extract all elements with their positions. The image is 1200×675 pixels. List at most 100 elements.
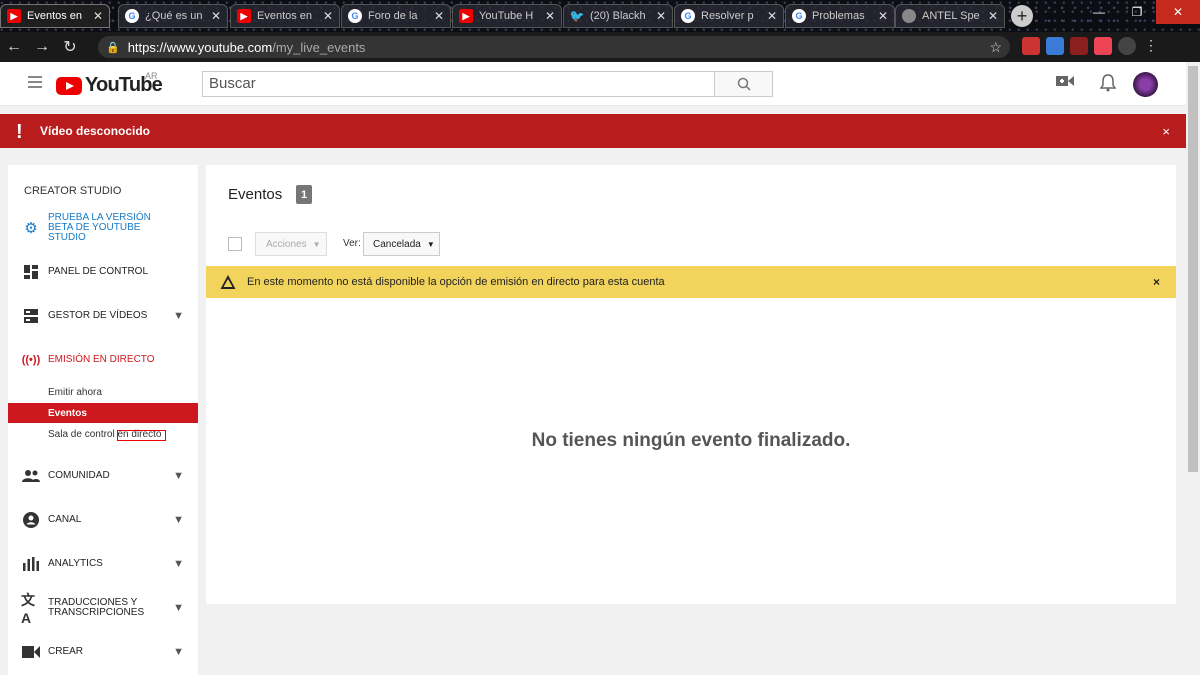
live-broadcast-icon: ((•)) — [21, 354, 41, 366]
tab-title: ¿Qué es un — [145, 10, 203, 22]
forward-icon[interactable]: → — [28, 38, 56, 56]
sidebar-item-label: COMUNIDAD — [48, 470, 110, 481]
sidebar-item-label: ANALYTICS — [48, 558, 103, 569]
close-banner-button[interactable]: × — [1162, 124, 1170, 139]
search-button[interactable] — [714, 71, 773, 97]
sidebar-item-dashboard[interactable]: PANEL DE CONTROL — [8, 257, 198, 287]
close-window-icon[interactable]: ✕ — [1156, 0, 1200, 24]
analytics-icon — [21, 554, 41, 574]
gear-icon: ⚙ — [24, 220, 38, 237]
youtube-favicon-icon: ▶ — [7, 9, 21, 23]
page-title: Eventos — [228, 186, 283, 203]
chevron-down-icon[interactable]: ▼ — [173, 646, 184, 658]
url-field[interactable]: 🔒 https://www.youtube.com/my_live_events… — [98, 36, 1010, 58]
extension-icon[interactable] — [1094, 37, 1112, 55]
sidebar-subitem-events[interactable]: Eventos — [8, 403, 198, 423]
bookmark-star-icon[interactable]: ☆ — [989, 39, 1002, 56]
warning-banner: En este momento no está disponible la op… — [206, 266, 1176, 298]
google-favicon-icon: G — [348, 9, 362, 23]
close-tab-icon[interactable]: ✕ — [878, 9, 888, 23]
tab-title: (20) Blackh — [590, 10, 646, 22]
youtube-play-icon — [56, 76, 82, 95]
close-tab-icon[interactable]: ✕ — [545, 9, 555, 23]
notifications-bell-icon[interactable] — [1098, 74, 1118, 94]
chevron-down-icon[interactable]: ▼ — [173, 602, 184, 614]
youtube-favicon-icon: ▶ — [237, 9, 251, 23]
close-tab-icon[interactable]: ✕ — [767, 9, 777, 23]
close-warning-button[interactable]: × — [1153, 275, 1160, 289]
actions-dropdown[interactable]: Acciones ▼ — [255, 232, 327, 256]
extension-icon[interactable] — [1070, 37, 1088, 55]
profile-icon[interactable] — [1118, 37, 1136, 55]
sidebar-item-live[interactable]: ((•)) EMISIÓN EN DIRECTO — [8, 345, 198, 375]
tab-title: Problemas — [812, 10, 865, 22]
browser-tab[interactable]: ▶ YouTube H ✕ — [452, 4, 562, 28]
back-icon[interactable]: ← — [0, 38, 28, 56]
view-filter-value: Cancelada — [373, 238, 421, 250]
close-tab-icon[interactable]: ✕ — [93, 9, 103, 23]
close-tab-icon[interactable]: ✕ — [988, 9, 998, 23]
tab-title: Resolver p — [701, 10, 754, 22]
close-tab-icon[interactable]: ✕ — [434, 9, 444, 23]
close-tab-icon[interactable]: ✕ — [323, 9, 333, 23]
maximize-icon[interactable]: ❐ — [1118, 0, 1156, 24]
sidebar-item-channel[interactable]: CANAL ▼ — [8, 505, 198, 535]
region-label: AR — [145, 71, 158, 81]
extension-icons: ⋮ — [1022, 37, 1160, 55]
browser-tab[interactable]: ▶ Eventos en ✕ — [0, 4, 110, 28]
sidebar-item-create[interactable]: CREAR ▼ — [8, 637, 198, 667]
sidebar-item-analytics[interactable]: ANALYTICS ▼ — [8, 549, 198, 579]
scrollbar-thumb[interactable] — [1188, 66, 1198, 472]
tab-title: Eventos en — [27, 10, 83, 22]
sidebar-item-video-manager[interactable]: GESTOR DE VÍDEOS ▼ — [8, 301, 198, 331]
events-panel: Eventos 1 Acciones ▼ Ver: Cancelada ▼ En… — [206, 165, 1176, 604]
select-all-checkbox[interactable] — [228, 237, 242, 251]
sidebar-item-community[interactable]: COMUNIDAD ▼ — [8, 461, 198, 491]
sidebar-subitem-go-live[interactable]: Emitir ahora — [8, 382, 198, 402]
chevron-down-icon[interactable]: ▼ — [173, 470, 184, 482]
channel-icon — [21, 510, 41, 530]
search-icon — [737, 77, 751, 91]
create-icon — [21, 642, 41, 662]
sidebar-item-beta[interactable]: ⚙ PRUEBA LA VERSIÓN BETA DE YOUTUBE STUD… — [8, 213, 198, 243]
reload-icon[interactable]: ↻ — [56, 37, 84, 57]
sidebar-title: CREATOR STUDIO — [24, 185, 122, 197]
browser-tab[interactable]: G Problemas ✕ — [785, 4, 895, 28]
community-icon — [21, 466, 41, 486]
browser-tab[interactable]: 🐦 (20) Blackh ✕ — [563, 4, 673, 28]
upload-video-icon[interactable] — [1055, 74, 1075, 94]
chevron-down-icon[interactable]: ▼ — [173, 310, 184, 322]
new-tab-button[interactable]: + — [1011, 5, 1033, 27]
sidebar-subitem-live-control-room[interactable]: Sala de control en directo — [8, 424, 198, 444]
url-path: /my_live_events — [272, 39, 366, 55]
extension-icon[interactable] — [1022, 37, 1040, 55]
translate-icon: 文A — [21, 592, 35, 626]
view-label: Ver: — [343, 238, 361, 249]
video-manager-icon — [21, 306, 41, 326]
chevron-down-icon[interactable]: ▼ — [173, 514, 184, 526]
minimize-icon[interactable]: — — [1080, 0, 1118, 24]
menu-dots-icon[interactable]: ⋮ — [1142, 37, 1160, 55]
extension-icon[interactable] — [1046, 37, 1064, 55]
google-favicon-icon: G — [792, 9, 806, 23]
hamburger-menu-icon[interactable] — [28, 76, 42, 88]
close-tab-icon[interactable]: ✕ — [656, 9, 666, 23]
tab-title: Foro de la — [368, 10, 418, 22]
browser-tab[interactable]: ANTEL Spe ✕ — [895, 4, 1005, 28]
browser-tab[interactable]: G Resolver p ✕ — [674, 4, 784, 28]
sidebar-item-label: GESTOR DE VÍDEOS — [48, 310, 148, 321]
page-scrollbar[interactable] — [1186, 62, 1200, 675]
chevron-down-icon[interactable]: ▼ — [173, 558, 184, 570]
browser-tab[interactable]: ▶ Eventos en ✕ — [230, 4, 340, 28]
search-input[interactable]: Buscar — [202, 71, 715, 97]
browser-tab[interactable]: G ¿Qué es un ✕ — [118, 4, 228, 28]
view-filter-dropdown[interactable]: Cancelada ▼ — [363, 232, 440, 256]
youtube-logo[interactable]: YouTube AR — [56, 71, 163, 97]
close-tab-icon[interactable]: ✕ — [211, 9, 221, 23]
sidebar-item-translations[interactable]: 文A TRADUCCIONES Y TRANSCRIPCIONES ▼ — [8, 592, 198, 626]
browser-tab[interactable]: G Foro de la ✕ — [341, 4, 451, 28]
warning-message: En este momento no está disponible la op… — [247, 276, 665, 288]
error-banner: ! Vídeo desconocido × — [0, 114, 1186, 148]
lock-icon: 🔒 — [106, 41, 120, 54]
avatar[interactable] — [1133, 72, 1158, 97]
